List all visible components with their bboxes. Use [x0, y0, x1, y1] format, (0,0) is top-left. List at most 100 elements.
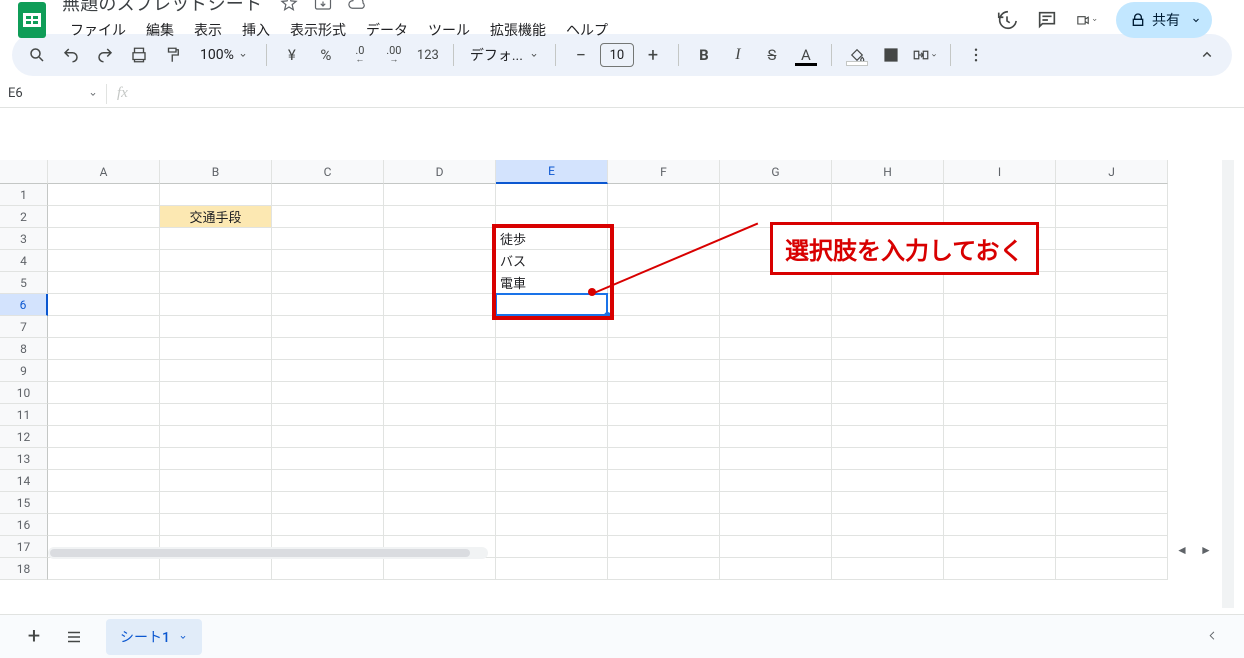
cell-A8[interactable]	[48, 338, 160, 360]
cell-B13[interactable]	[160, 448, 272, 470]
cell-E16[interactable]	[496, 514, 608, 536]
comments-icon[interactable]	[1036, 9, 1058, 31]
cell-H1[interactable]	[832, 184, 944, 206]
cell-B5[interactable]	[160, 272, 272, 294]
row-header-18[interactable]: 18	[0, 558, 48, 580]
cell-G1[interactable]	[720, 184, 832, 206]
cell-B1[interactable]	[160, 184, 272, 206]
row-header-14[interactable]: 14	[0, 470, 48, 492]
cell-F2[interactable]	[608, 206, 720, 228]
cell-H17[interactable]	[832, 536, 944, 558]
cell-J8[interactable]	[1056, 338, 1168, 360]
column-header-H[interactable]: H	[832, 160, 944, 184]
cell-C6[interactable]	[272, 294, 384, 316]
cell-D4[interactable]	[384, 250, 496, 272]
cell-C15[interactable]	[272, 492, 384, 514]
cell-B11[interactable]	[160, 404, 272, 426]
cell-I7[interactable]	[944, 316, 1056, 338]
cell-I13[interactable]	[944, 448, 1056, 470]
strikethrough-button[interactable]: S	[757, 40, 787, 70]
cell-A12[interactable]	[48, 426, 160, 448]
select-all-corner[interactable]	[0, 160, 48, 184]
column-header-J[interactable]: J	[1056, 160, 1168, 184]
cell-J6[interactable]	[1056, 294, 1168, 316]
cell-D11[interactable]	[384, 404, 496, 426]
cell-F16[interactable]	[608, 514, 720, 536]
cell-H7[interactable]	[832, 316, 944, 338]
decrease-decimal-button[interactable]: .0←	[345, 40, 375, 70]
cell-H18[interactable]	[832, 558, 944, 580]
move-folder-icon[interactable]	[312, 0, 334, 14]
cell-D2[interactable]	[384, 206, 496, 228]
cell-F8[interactable]	[608, 338, 720, 360]
row-header-11[interactable]: 11	[0, 404, 48, 426]
cell-J11[interactable]	[1056, 404, 1168, 426]
cell-B3[interactable]	[160, 228, 272, 250]
column-header-B[interactable]: B	[160, 160, 272, 184]
cell-D10[interactable]	[384, 382, 496, 404]
row-header-5[interactable]: 5	[0, 272, 48, 294]
cell-F11[interactable]	[608, 404, 720, 426]
cell-C11[interactable]	[272, 404, 384, 426]
cell-F9[interactable]	[608, 360, 720, 382]
fill-color-button[interactable]	[842, 40, 872, 70]
row-header-2[interactable]: 2	[0, 206, 48, 228]
cell-A3[interactable]	[48, 228, 160, 250]
cell-H15[interactable]	[832, 492, 944, 514]
column-header-A[interactable]: A	[48, 160, 160, 184]
cell-A18[interactable]	[48, 558, 160, 580]
cell-B9[interactable]	[160, 360, 272, 382]
cell-J1[interactable]	[1056, 184, 1168, 206]
cell-A5[interactable]	[48, 272, 160, 294]
cell-B18[interactable]	[160, 558, 272, 580]
cell-H14[interactable]	[832, 470, 944, 492]
more-toolbar-button[interactable]	[961, 40, 991, 70]
cell-E12[interactable]	[496, 426, 608, 448]
cell-G10[interactable]	[720, 382, 832, 404]
cell-D13[interactable]	[384, 448, 496, 470]
cell-C4[interactable]	[272, 250, 384, 272]
column-header-F[interactable]: F	[608, 160, 720, 184]
cell-A4[interactable]	[48, 250, 160, 272]
cell-G14[interactable]	[720, 470, 832, 492]
cell-H6[interactable]	[832, 294, 944, 316]
cell-H5[interactable]	[832, 272, 944, 294]
cell-F1[interactable]	[608, 184, 720, 206]
cell-C14[interactable]	[272, 470, 384, 492]
cell-F14[interactable]	[608, 470, 720, 492]
cell-B10[interactable]	[160, 382, 272, 404]
cell-B8[interactable]	[160, 338, 272, 360]
cell-G16[interactable]	[720, 514, 832, 536]
add-sheet-button[interactable]: +	[16, 619, 52, 655]
cell-A13[interactable]	[48, 448, 160, 470]
cell-A2[interactable]	[48, 206, 160, 228]
cell-F5[interactable]	[608, 272, 720, 294]
row-header-3[interactable]: 3	[0, 228, 48, 250]
increase-font-size-button[interactable]: +	[638, 40, 668, 70]
cell-H8[interactable]	[832, 338, 944, 360]
row-header-12[interactable]: 12	[0, 426, 48, 448]
explore-button[interactable]	[1198, 622, 1228, 652]
cell-G6[interactable]	[720, 294, 832, 316]
cell-J15[interactable]	[1056, 492, 1168, 514]
cell-B6[interactable]	[160, 294, 272, 316]
cell-J16[interactable]	[1056, 514, 1168, 536]
row-header-9[interactable]: 9	[0, 360, 48, 382]
cell-F18[interactable]	[608, 558, 720, 580]
cell-D14[interactable]	[384, 470, 496, 492]
cell-J14[interactable]	[1056, 470, 1168, 492]
cell-I17[interactable]	[944, 536, 1056, 558]
paint-format-icon[interactable]	[158, 40, 188, 70]
cell-D12[interactable]	[384, 426, 496, 448]
percent-button[interactable]: %	[311, 40, 341, 70]
cell-E15[interactable]	[496, 492, 608, 514]
cell-H13[interactable]	[832, 448, 944, 470]
cell-F17[interactable]	[608, 536, 720, 558]
cell-I10[interactable]	[944, 382, 1056, 404]
history-icon[interactable]	[996, 9, 1018, 31]
redo-icon[interactable]	[90, 40, 120, 70]
cell-G5[interactable]	[720, 272, 832, 294]
cell-H12[interactable]	[832, 426, 944, 448]
cell-F6[interactable]	[608, 294, 720, 316]
cell-E11[interactable]	[496, 404, 608, 426]
